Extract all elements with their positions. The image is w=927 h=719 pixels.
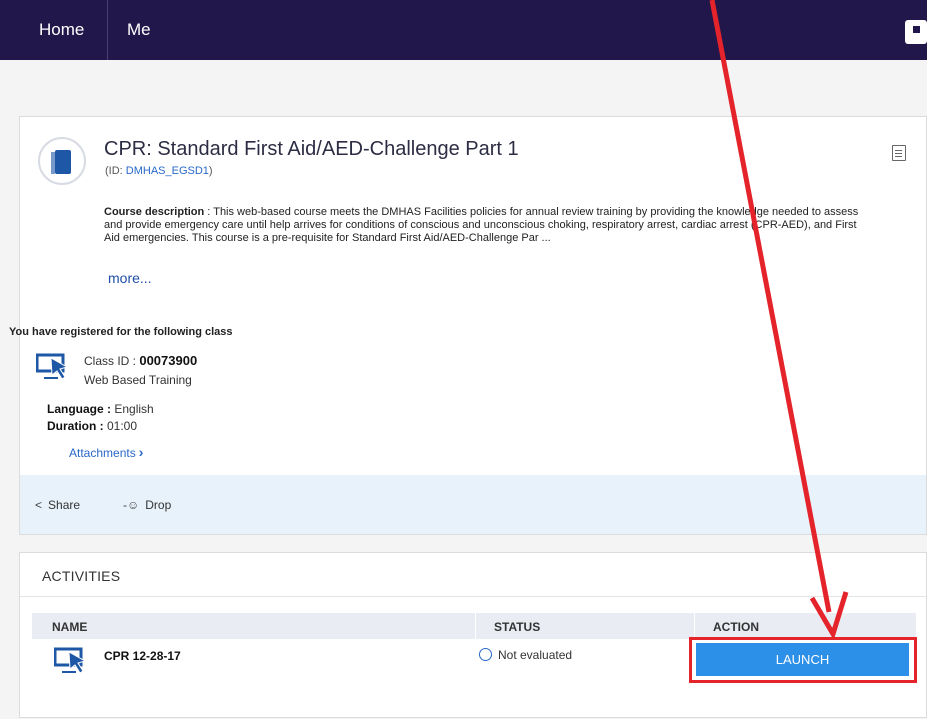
attachments-link[interactable]: Attachments › [69, 444, 143, 460]
activities-table-header: NAME STATUS ACTION [32, 613, 916, 639]
activities-divider [20, 596, 926, 597]
course-id-suffix: ) [208, 165, 213, 177]
drop-button[interactable]: -☺ Drop [123, 498, 171, 512]
chevron-right-icon: › [138, 444, 144, 460]
course-id-value[interactable]: DMHAS_EGSD1 [126, 165, 209, 177]
share-label[interactable]: Share [48, 498, 80, 512]
nav-divider [107, 0, 108, 60]
drop-user-icon: -☺ [123, 498, 140, 512]
activity-status: Not evaluated [498, 648, 573, 662]
language-label: Language : [47, 402, 115, 416]
share-button[interactable]: < Share [35, 498, 80, 512]
description-text: : This web-based course meets the DMHAS … [104, 206, 859, 244]
column-header-action: ACTION [713, 620, 759, 634]
language-value: English [114, 402, 154, 416]
status-circle-icon [479, 648, 492, 661]
course-title: CPR: Standard First Aid/AED-Challenge Pa… [104, 138, 519, 160]
language: Language : English [47, 402, 154, 416]
registration-heading: You have registered for the following cl… [9, 326, 233, 338]
attachments-label[interactable]: Attachments [69, 446, 136, 460]
column-header-name: NAME [52, 620, 88, 634]
book-icon [38, 137, 86, 185]
description-label: Course description [104, 206, 205, 218]
course-description: Course description : This web-based cour… [104, 206, 874, 245]
course-id: (ID: DMHAS_EGSD1) [105, 165, 213, 177]
class-id-label: Class ID : [84, 354, 140, 368]
activities-title: ACTIVITIES [42, 568, 121, 584]
computer-cursor-icon [36, 353, 69, 380]
menu-icon[interactable] [905, 20, 927, 44]
computer-cursor-icon [54, 647, 87, 674]
more-link[interactable]: more... [108, 270, 152, 286]
course-id-prefix: (ID: [105, 165, 126, 177]
share-icon: < [35, 498, 43, 512]
document-icon[interactable] [892, 145, 906, 161]
course-action-bar: < Share -☺ Drop [19, 475, 927, 535]
header-separator [694, 613, 695, 639]
duration: Duration : 01:00 [47, 419, 137, 433]
column-header-status: STATUS [494, 620, 541, 634]
activities-panel: ACTIVITIES NAME STATUS ACTION CPR 12-28-… [19, 552, 927, 718]
course-card: CPR: Standard First Aid/AED-Challenge Pa… [9, 116, 927, 476]
top-navigation-bar: Home Me [0, 0, 927, 60]
class-type: Web Based Training [84, 373, 192, 387]
duration-label: Duration : [47, 419, 107, 433]
class-id: Class ID : 00073900 [84, 353, 197, 368]
duration-value: 01:00 [107, 419, 138, 433]
nav-home-link[interactable]: Home [39, 0, 84, 60]
drop-label[interactable]: Drop [145, 498, 171, 512]
launch-button[interactable]: LAUNCH [696, 643, 909, 676]
activity-name[interactable]: CPR 12-28-17 [104, 649, 181, 663]
nav-me-link[interactable]: Me [127, 0, 151, 60]
class-id-value: 00073900 [139, 353, 198, 368]
header-separator [475, 613, 476, 639]
